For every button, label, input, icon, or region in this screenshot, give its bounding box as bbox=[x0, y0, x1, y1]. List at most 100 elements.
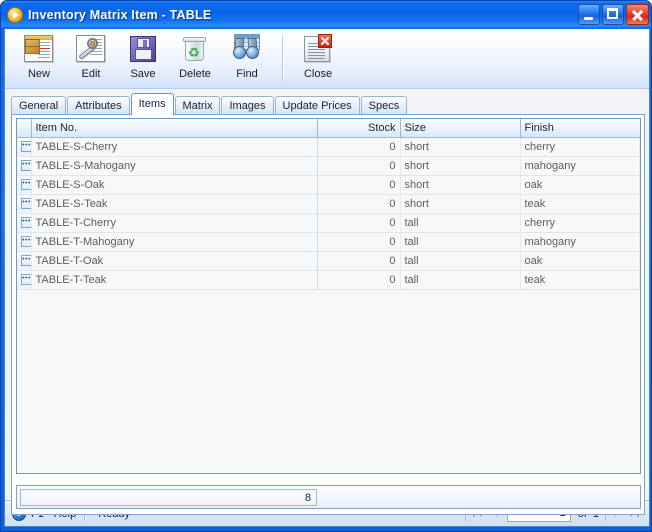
tab-items[interactable]: Items bbox=[130, 93, 174, 115]
new-button-label: New bbox=[27, 68, 50, 80]
cell-finish: oak bbox=[520, 251, 640, 271]
table-row[interactable]: TABLE-S-Teak 0 short teak bbox=[17, 194, 640, 214]
cell-stock: 0 bbox=[317, 156, 401, 176]
row-menu-icon[interactable] bbox=[21, 274, 30, 286]
toolbar: New Edit Save ♻ Delete Find Close bbox=[5, 29, 649, 89]
cell-size: tall bbox=[400, 213, 521, 233]
column-header-size[interactable]: Size bbox=[400, 119, 521, 138]
title-bar: Inventory Matrix Item - TABLE bbox=[1, 1, 651, 29]
tab-matrix[interactable]: Matrix bbox=[174, 96, 221, 115]
column-header-stock[interactable]: Stock bbox=[317, 119, 401, 138]
table-row[interactable]: TABLE-S-Mahogany 0 short mahogany bbox=[17, 156, 640, 176]
cell-stock: 0 bbox=[317, 194, 401, 214]
row-selector[interactable] bbox=[17, 251, 32, 271]
cell-stock: 0 bbox=[317, 232, 401, 252]
row-selector[interactable] bbox=[17, 175, 32, 195]
find-button[interactable]: Find bbox=[221, 33, 273, 80]
cell-item-no: TABLE-S-Mahogany bbox=[31, 156, 318, 176]
row-menu-icon[interactable] bbox=[21, 198, 30, 210]
new-button[interactable]: New bbox=[13, 33, 65, 80]
table-row[interactable]: TABLE-T-Teak 0 tall teak bbox=[17, 270, 640, 290]
items-table: Item No. Stock Size Finish TABLE-S-Cherr… bbox=[17, 119, 640, 290]
close-button[interactable]: Close bbox=[292, 33, 344, 80]
cell-stock: 0 bbox=[317, 137, 401, 157]
cell-size: short bbox=[400, 156, 521, 176]
delete-button-label: Delete bbox=[179, 68, 211, 80]
row-menu-icon[interactable] bbox=[21, 141, 30, 153]
cell-finish: cherry bbox=[520, 213, 640, 233]
table-row[interactable]: TABLE-T-Oak 0 tall oak bbox=[17, 251, 640, 271]
row-menu-icon[interactable] bbox=[21, 160, 30, 172]
cell-item-no: TABLE-S-Cherry bbox=[31, 137, 318, 157]
wrench-card-icon bbox=[74, 33, 108, 65]
maximize-button[interactable] bbox=[602, 4, 624, 25]
cell-finish: mahogany bbox=[520, 232, 640, 252]
cell-item-no: TABLE-T-Mahogany bbox=[31, 232, 318, 252]
cell-size: tall bbox=[400, 232, 521, 252]
row-selector[interactable] bbox=[17, 194, 32, 214]
cell-item-no: TABLE-T-Cherry bbox=[31, 213, 318, 233]
close-window-button[interactable] bbox=[626, 4, 649, 25]
cell-item-no: TABLE-T-Teak bbox=[31, 270, 318, 290]
row-menu-icon[interactable] bbox=[21, 217, 30, 229]
table-row[interactable]: TABLE-S-Cherry 0 short cherry bbox=[17, 137, 640, 157]
edit-button[interactable]: Edit bbox=[65, 33, 117, 80]
row-menu-icon[interactable] bbox=[21, 236, 30, 248]
summary-count: 8 bbox=[20, 489, 317, 506]
tab-images[interactable]: Images bbox=[221, 96, 274, 115]
cell-size: short bbox=[400, 194, 521, 214]
row-selector[interactable] bbox=[17, 270, 32, 290]
cell-finish: cherry bbox=[520, 137, 640, 157]
minimize-button[interactable] bbox=[578, 4, 600, 25]
cell-finish: teak bbox=[520, 270, 640, 290]
tab-attributes[interactable]: Attributes bbox=[67, 96, 130, 115]
tab-specs[interactable]: Specs bbox=[360, 96, 408, 115]
cell-stock: 0 bbox=[317, 175, 401, 195]
row-menu-icon[interactable] bbox=[21, 255, 30, 267]
row-selector[interactable] bbox=[17, 137, 32, 157]
save-button[interactable]: Save bbox=[117, 33, 169, 80]
cell-item-no: TABLE-S-Oak bbox=[31, 175, 318, 195]
grid-summary-bar: 8 bbox=[16, 485, 641, 509]
floppy-disk-icon bbox=[126, 33, 160, 65]
row-menu-icon[interactable] bbox=[21, 179, 30, 191]
cell-finish: mahogany bbox=[520, 156, 640, 176]
tab-general[interactable]: General bbox=[11, 96, 67, 115]
table-row[interactable]: TABLE-T-Mahogany 0 tall mahogany bbox=[17, 232, 640, 252]
table-row[interactable]: TABLE-T-Cherry 0 tall cherry bbox=[17, 213, 640, 233]
table-row[interactable]: TABLE-S-Oak 0 short oak bbox=[17, 175, 640, 195]
delete-button[interactable]: ♻ Delete bbox=[169, 33, 221, 80]
cell-finish: teak bbox=[520, 194, 640, 214]
row-selector[interactable] bbox=[17, 156, 32, 176]
row-selector[interactable] bbox=[17, 213, 32, 233]
cell-size: tall bbox=[400, 251, 521, 271]
cell-stock: 0 bbox=[317, 251, 401, 271]
column-header-item-no[interactable]: Item No. bbox=[31, 119, 318, 138]
items-grid: Item No. Stock Size Finish TABLE-S-Cherr… bbox=[16, 118, 641, 474]
column-header-finish[interactable]: Finish bbox=[520, 119, 640, 138]
binoculars-icon bbox=[230, 33, 264, 65]
find-button-label: Find bbox=[236, 68, 258, 80]
play-circle-icon bbox=[7, 7, 23, 23]
cell-stock: 0 bbox=[317, 213, 401, 233]
cell-size: short bbox=[400, 175, 521, 195]
close-button-label: Close bbox=[303, 68, 333, 80]
window-controls bbox=[578, 4, 649, 25]
cell-size: short bbox=[400, 137, 521, 157]
cell-item-no: TABLE-S-Teak bbox=[31, 194, 318, 214]
table-header-row: Item No. Stock Size Finish bbox=[17, 119, 640, 138]
tab-strip: General Attributes Items Matrix Images U… bbox=[11, 93, 408, 115]
toolbar-separator bbox=[282, 35, 283, 81]
new-item-card-icon bbox=[22, 33, 56, 65]
tab-update-prices[interactable]: Update Prices bbox=[274, 96, 360, 115]
cell-finish: oak bbox=[520, 175, 640, 195]
save-button-label: Save bbox=[130, 68, 156, 80]
inventory-matrix-item-window: Inventory Matrix Item - TABLE New Edit S… bbox=[0, 0, 652, 532]
row-selector-header bbox=[17, 119, 32, 138]
window-title: Inventory Matrix Item - TABLE bbox=[28, 8, 212, 22]
cell-stock: 0 bbox=[317, 270, 401, 290]
row-selector[interactable] bbox=[17, 232, 32, 252]
table-body: TABLE-S-Cherry 0 short cherry TABLE-S-Ma… bbox=[17, 137, 640, 290]
items-panel: Item No. Stock Size Finish TABLE-S-Cherr… bbox=[11, 114, 645, 515]
grid-empty-area bbox=[17, 289, 640, 473]
